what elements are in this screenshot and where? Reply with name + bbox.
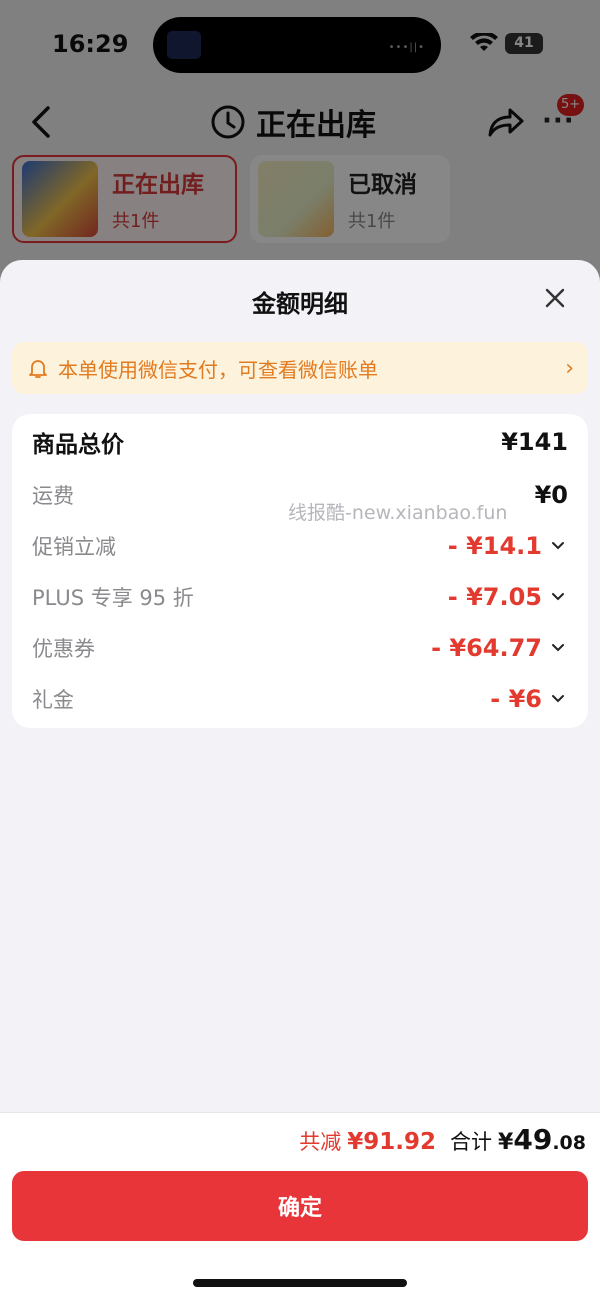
saved-label: 共减 [299,1130,342,1154]
sheet-footer: 共减 ¥91.92 合计 ¥ 49 .08 确定 [0,1112,600,1300]
row-value: - ¥6 [490,685,542,713]
row-value: - ¥14.1 [447,532,542,560]
chevron-right-icon: › [565,355,574,381]
price-row-coupon[interactable]: 优惠券 - ¥64.77 [32,628,568,668]
row-label: 优惠券 [32,637,95,661]
total-amount-integer: 49 [513,1123,553,1156]
total-amount-decimal: .08 [552,1132,586,1154]
row-value: ¥0 [534,481,568,509]
chevron-down-icon [552,695,564,703]
close-icon[interactable] [541,284,569,312]
price-row-subtotal: 商品总价 ¥141 [32,422,568,462]
price-breakdown-card: 商品总价 ¥141 运费 ¥0 促销立减 - ¥14.1 PLUS 专享 95 … [12,414,588,728]
row-label: PLUS 专享 95 折 [32,586,194,610]
chevron-down-icon [552,644,564,652]
chevron-down-icon [552,593,564,601]
price-row-gift-money[interactable]: 礼金 - ¥6 [32,679,568,719]
row-value: - ¥7.05 [447,583,542,611]
notice-text: 本单使用微信支付，可查看微信账单 [58,357,378,382]
row-value: - ¥64.77 [431,634,542,662]
row-label: 促销立减 [32,535,116,559]
total-label: 合计 [450,1130,493,1154]
price-row-plus-discount[interactable]: PLUS 专享 95 折 - ¥7.05 [32,577,568,617]
chevron-down-icon [552,542,564,550]
total-currency: ¥ [498,1130,514,1155]
sheet-title: 金额明细 [252,290,348,318]
row-label: 商品总价 [32,432,124,458]
home-indicator [193,1279,407,1287]
wechat-pay-notice[interactable]: 本单使用微信支付，可查看微信账单 › [12,342,588,394]
confirm-button[interactable]: 确定 [12,1171,588,1241]
price-row-promotion[interactable]: 促销立减 - ¥14.1 [32,526,568,566]
totals-summary: 共减 ¥91.92 合计 ¥ 49 .08 [299,1123,586,1156]
saved-amount: ¥91.92 [347,1129,437,1155]
bell-icon [29,360,47,378]
sheet-header: 金额明细 [0,260,600,340]
row-label: 礼金 [32,688,74,712]
row-value: ¥141 [501,428,568,456]
watermark-text: 线报酷-new.xianbao.fun [288,502,508,524]
amount-details-sheet: 金额明细 本单使用微信支付，可查看微信账单 › 商品总价 ¥141 运费 ¥0 … [0,260,600,1300]
